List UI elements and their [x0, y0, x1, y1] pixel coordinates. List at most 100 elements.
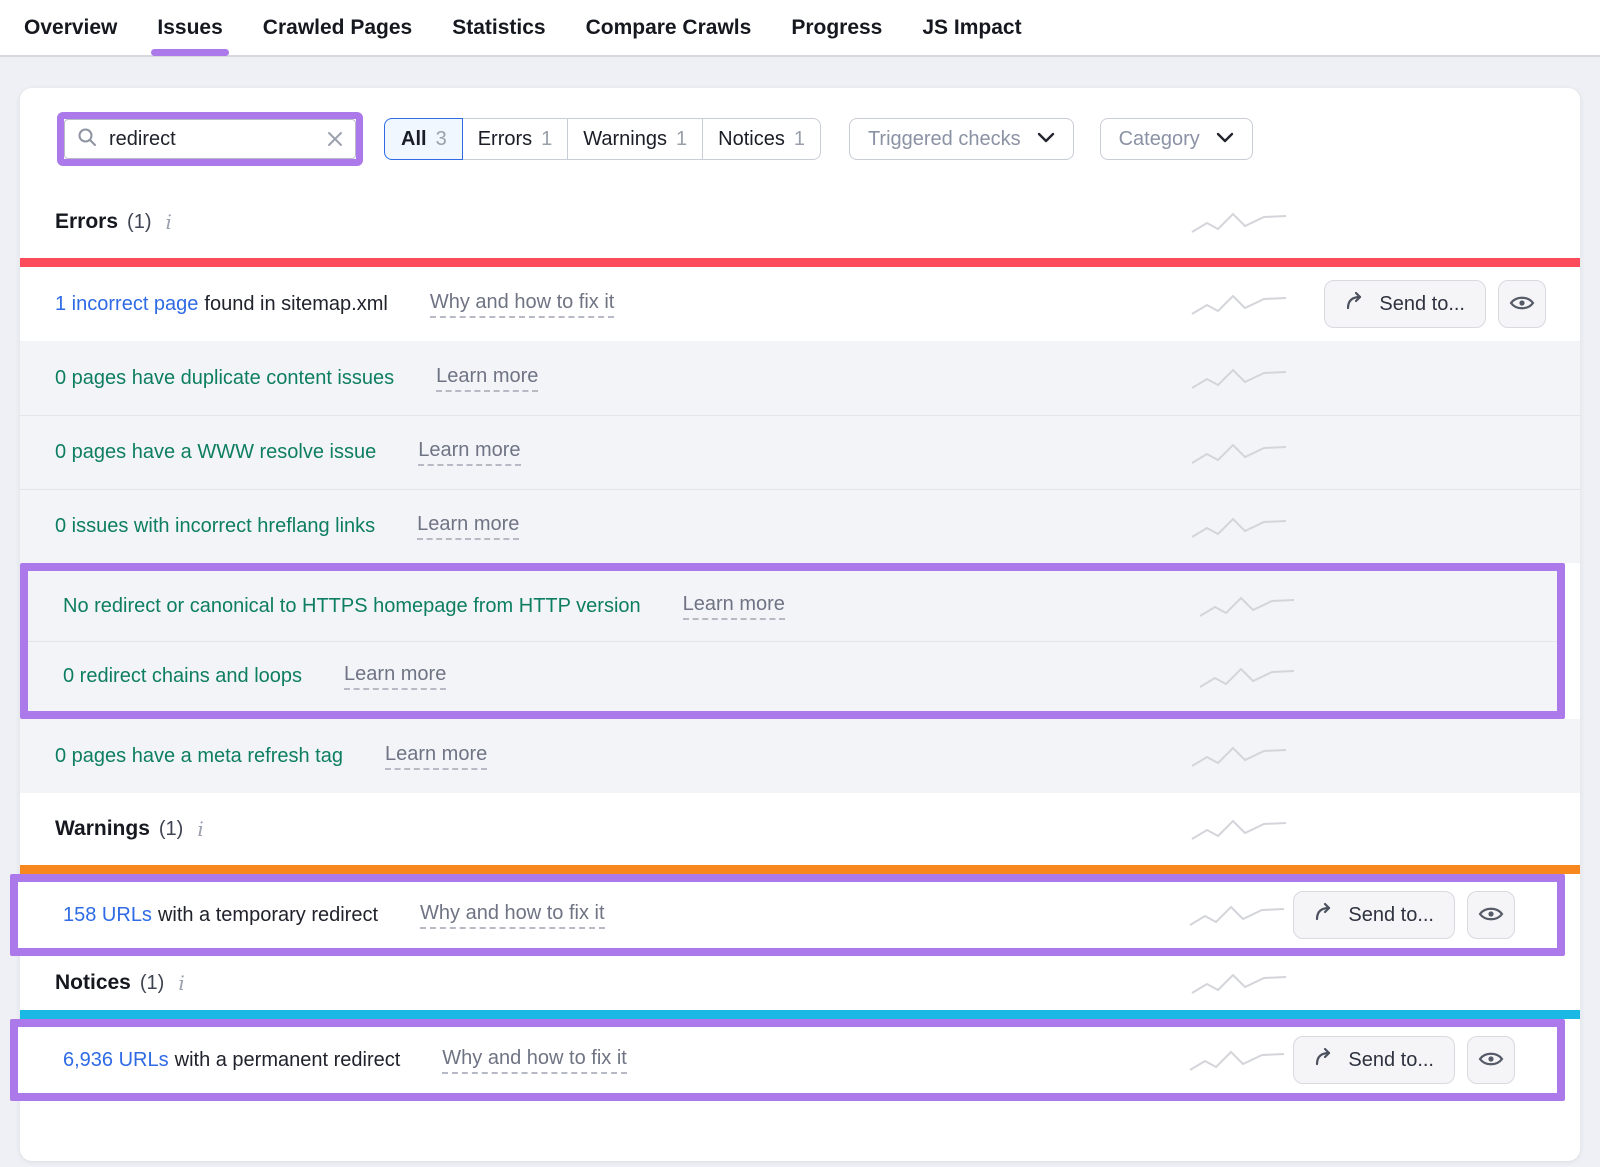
tab-overview[interactable]: Overview: [24, 16, 117, 40]
category-dropdown[interactable]: Category: [1100, 118, 1253, 160]
section-title: Notices: [55, 971, 131, 995]
passed-text: No redirect or canonical to HTTPS homepa…: [63, 595, 641, 618]
notices-severity-bar: [20, 1010, 1580, 1019]
errors-row-list: 1 incorrect pagefound in sitemap.xml Why…: [20, 267, 1580, 793]
passed-checks-block: 0 pages have duplicate content issues Le…: [20, 341, 1580, 563]
errors-severity-bar: [20, 258, 1580, 267]
tab-js-impact[interactable]: JS Impact: [922, 16, 1021, 40]
search-highlight-annotation: redirect: [57, 112, 363, 166]
passed-row-https-redirect: No redirect or canonical to HTTPS homepa…: [28, 571, 1557, 641]
top-navbar: Overview Issues Crawled Pages Statistics…: [0, 0, 1600, 57]
search-input[interactable]: redirect: [64, 119, 356, 159]
tab-progress[interactable]: Progress: [791, 16, 882, 40]
issue-text: 1 incorrect pagefound in sitemap.xml: [55, 293, 388, 316]
send-to-button[interactable]: Send to...: [1293, 1036, 1455, 1084]
trend-sparkline: [1190, 208, 1290, 236]
tab-compare-crawls[interactable]: Compare Crawls: [586, 16, 752, 40]
issue-text: 158 URLswith a temporary redirect: [63, 904, 378, 927]
card-bottom-padding: [20, 1101, 1580, 1161]
section-count: (1): [127, 211, 151, 234]
issue-row-temporary-redirect: 158 URLswith a temporary redirect Why an…: [18, 882, 1557, 948]
eye-icon: [1478, 904, 1504, 927]
send-to-button[interactable]: Send to...: [1293, 891, 1455, 939]
tab-issues[interactable]: Issues: [157, 16, 222, 40]
issue-row-permanent-redirect: 6,936 URLswith a permanent redirect Why …: [18, 1027, 1557, 1093]
learn-more-link[interactable]: Learn more: [344, 663, 446, 690]
filter-all[interactable]: All 3: [384, 118, 463, 160]
clear-search-icon[interactable]: [327, 131, 343, 147]
search-icon: [77, 127, 97, 152]
filter-warnings[interactable]: Warnings 1: [568, 118, 703, 160]
passed-row-duplicate-content: 0 pages have duplicate content issues Le…: [20, 341, 1580, 415]
permanent-redirect-highlight-annotation: 6,936 URLswith a permanent redirect Why …: [10, 1019, 1565, 1101]
why-how-to-fix-link[interactable]: Why and how to fix it: [442, 1047, 627, 1074]
learn-more-link[interactable]: Learn more: [385, 743, 487, 770]
learn-more-link[interactable]: Learn more: [683, 593, 785, 620]
send-to-button[interactable]: Send to...: [1324, 280, 1486, 328]
warnings-section-header: Warnings (1) i: [20, 793, 1580, 865]
trend-sparkline: [1190, 513, 1290, 541]
issue-count-link[interactable]: 1 incorrect page: [55, 293, 198, 315]
trend-sparkline: [1190, 969, 1290, 997]
eye-button[interactable]: [1467, 891, 1515, 939]
passed-row-redirect-chains: 0 redirect chains and loops Learn more: [28, 641, 1557, 711]
passed-text: 0 pages have a meta refresh tag: [55, 745, 343, 768]
why-how-to-fix-link[interactable]: Why and how to fix it: [420, 902, 605, 929]
section-count: (1): [140, 972, 164, 995]
errors-section-header: Errors (1) i: [20, 186, 1580, 258]
trend-sparkline: [1188, 901, 1288, 929]
issue-count-link[interactable]: 158 URLs: [63, 904, 152, 926]
tab-statistics[interactable]: Statistics: [452, 16, 545, 40]
trend-sparkline: [1198, 663, 1298, 691]
trend-sparkline: [1190, 742, 1290, 770]
passed-text: 0 pages have a WWW resolve issue: [55, 441, 376, 464]
eye-icon: [1509, 293, 1535, 316]
info-icon[interactable]: i: [165, 210, 171, 234]
notices-section-header: Notices (1) i: [20, 956, 1580, 1010]
filter-errors[interactable]: Errors 1: [463, 118, 569, 160]
forward-arrow-icon: [1345, 291, 1367, 317]
trend-sparkline: [1190, 815, 1290, 843]
section-title: Errors: [55, 210, 118, 234]
redirect-checks-highlight-annotation: No redirect or canonical to HTTPS homepa…: [20, 563, 1565, 719]
passed-text: 0 issues with incorrect hreflang links: [55, 515, 375, 538]
filter-notices[interactable]: Notices 1: [703, 118, 821, 160]
chevron-down-icon: [1216, 130, 1234, 148]
learn-more-link[interactable]: Learn more: [436, 365, 538, 392]
passed-text: 0 redirect chains and loops: [63, 665, 302, 688]
trend-sparkline: [1190, 439, 1290, 467]
row-actions: Send to...: [1293, 1036, 1515, 1084]
trend-sparkline: [1190, 364, 1290, 392]
row-actions: Send to...: [1324, 280, 1546, 328]
info-icon[interactable]: i: [197, 817, 203, 841]
passed-row-meta-refresh: 0 pages have a meta refresh tag Learn mo…: [20, 719, 1580, 793]
section-count: (1): [159, 818, 183, 841]
issue-text: 6,936 URLswith a permanent redirect: [63, 1049, 400, 1072]
warnings-severity-bar: [20, 865, 1580, 874]
issue-row-incorrect-sitemap: 1 incorrect pagefound in sitemap.xml Why…: [20, 267, 1580, 341]
section-title: Warnings: [55, 817, 150, 841]
learn-more-link[interactable]: Learn more: [418, 439, 520, 466]
forward-arrow-icon: [1314, 1047, 1336, 1073]
why-how-to-fix-link[interactable]: Why and how to fix it: [430, 291, 615, 318]
passed-row-www-resolve: 0 pages have a WWW resolve issue Learn m…: [20, 415, 1580, 489]
info-icon[interactable]: i: [178, 971, 184, 995]
learn-more-link[interactable]: Learn more: [417, 513, 519, 540]
search-value: redirect: [109, 128, 176, 151]
trend-sparkline: [1190, 290, 1290, 318]
eye-icon: [1478, 1049, 1504, 1072]
temporary-redirect-highlight-annotation: 158 URLswith a temporary redirect Why an…: [10, 874, 1565, 956]
severity-filter: All 3 Errors 1 Warnings 1 Notices 1: [385, 118, 821, 160]
passed-row-hreflang: 0 issues with incorrect hreflang links L…: [20, 489, 1580, 563]
passed-text: 0 pages have duplicate content issues: [55, 367, 394, 390]
eye-button[interactable]: [1467, 1036, 1515, 1084]
eye-button[interactable]: [1498, 280, 1546, 328]
triggered-checks-dropdown[interactable]: Triggered checks: [849, 118, 1074, 160]
tab-crawled-pages[interactable]: Crawled Pages: [263, 16, 412, 40]
trend-sparkline: [1188, 1046, 1288, 1074]
issue-count-link[interactable]: 6,936 URLs: [63, 1049, 169, 1071]
forward-arrow-icon: [1314, 902, 1336, 928]
row-actions: Send to...: [1293, 891, 1515, 939]
issues-toolbar: redirect All 3 Errors 1 Warnings 1 Notic…: [20, 88, 1580, 186]
issues-panel: redirect All 3 Errors 1 Warnings 1 Notic…: [20, 88, 1580, 1161]
